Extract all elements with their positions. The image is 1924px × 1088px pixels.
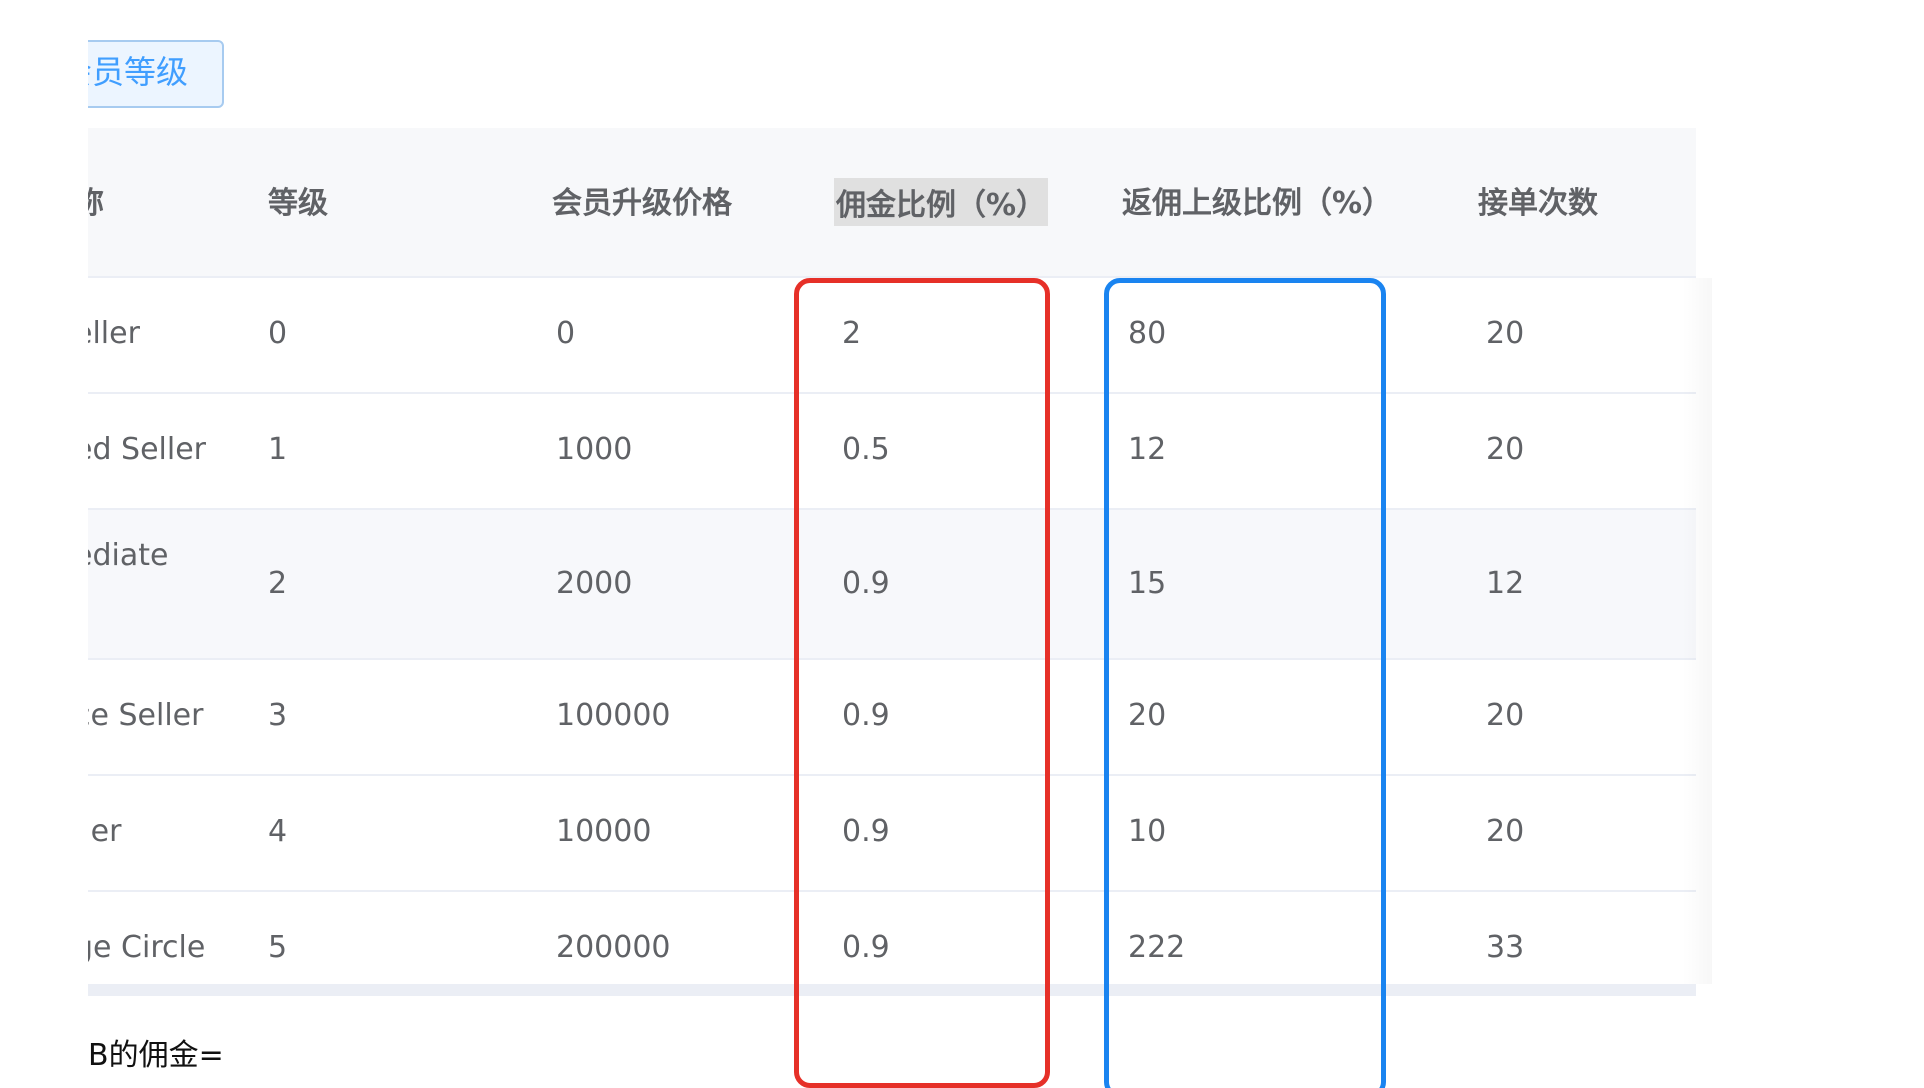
cell-price: 0 bbox=[556, 316, 576, 351]
table-row[interactable]: ller 4 10000 0.9 10 20 bbox=[88, 776, 1696, 892]
header-name: 称 bbox=[88, 186, 104, 221]
cell-price: 100000 bbox=[556, 698, 671, 733]
header-order-count: 接单次数 bbox=[1478, 186, 1598, 221]
cell-rebate: 10 bbox=[1128, 814, 1167, 849]
header-rebate-ratio: 返佣上级比例（%） bbox=[1122, 186, 1393, 221]
cell-rebate: 20 bbox=[1128, 698, 1167, 733]
header-upgrade-price: 会员升级价格 bbox=[552, 186, 732, 221]
cell-level: 2 bbox=[268, 566, 288, 601]
cell-price: 200000 bbox=[556, 930, 671, 965]
cell-name: ed Seller bbox=[88, 432, 206, 467]
cell-name: eller bbox=[88, 316, 140, 351]
cell-orders: 20 bbox=[1486, 698, 1525, 733]
fixed-column-shadow bbox=[1682, 278, 1712, 984]
formula-text: B的佣金= bbox=[88, 1038, 224, 1073]
cell-level: 4 bbox=[268, 814, 288, 849]
cell-level: 1 bbox=[268, 432, 288, 467]
cell-price: 1000 bbox=[556, 432, 633, 467]
header-commission-ratio: 佣金比例（%） bbox=[834, 178, 1049, 226]
cell-orders: 20 bbox=[1486, 316, 1525, 351]
cell-commission: 0.9 bbox=[842, 930, 890, 965]
table-row[interactable]: eller 0 0 2 80 20 bbox=[88, 278, 1696, 394]
page-viewport: 会员等级 称 等级 会员升级价格 佣金比例（%） 返佣上级比例（%） 接单次数 … bbox=[88, 0, 1924, 1088]
member-level-table: 称 等级 会员升级价格 佣金比例（%） 返佣上级比例（%） 接单次数 eller… bbox=[88, 128, 1712, 1088]
cell-level: 5 bbox=[268, 930, 288, 965]
table-row[interactable]: ge Circle 5 200000 0.9 222 33 bbox=[88, 892, 1696, 984]
table-row[interactable]: ediate 2 2000 0.9 15 12 bbox=[88, 510, 1696, 660]
cell-commission: 0.9 bbox=[842, 814, 890, 849]
cell-name: ce Seller bbox=[88, 698, 204, 733]
cell-name: ediate bbox=[88, 538, 169, 573]
cell-orders: 20 bbox=[1486, 814, 1525, 849]
cell-commission: 2 bbox=[842, 316, 862, 351]
cell-commission: 0.9 bbox=[842, 566, 890, 601]
table-row[interactable]: ed Seller 1 1000 0.5 12 20 bbox=[88, 394, 1696, 510]
member-level-button[interactable]: 会员等级 bbox=[88, 40, 224, 108]
cell-orders: 33 bbox=[1486, 930, 1525, 965]
cell-orders: 12 bbox=[1486, 566, 1525, 601]
cell-rebate: 80 bbox=[1128, 316, 1167, 351]
table-header: 称 等级 会员升级价格 佣金比例（%） 返佣上级比例（%） 接单次数 bbox=[88, 128, 1696, 278]
cell-commission: 0.9 bbox=[842, 698, 890, 733]
table-row[interactable]: ce Seller 3 100000 0.9 20 20 bbox=[88, 660, 1696, 776]
header-level: 等级 bbox=[268, 186, 328, 221]
cell-rebate: 222 bbox=[1128, 930, 1186, 965]
cell-price: 2000 bbox=[556, 566, 633, 601]
cell-price: 10000 bbox=[556, 814, 652, 849]
cell-rebate: 15 bbox=[1128, 566, 1167, 601]
horizontal-scrollbar[interactable] bbox=[88, 984, 1696, 996]
cell-orders: 20 bbox=[1486, 432, 1525, 467]
cell-rebate: 12 bbox=[1128, 432, 1167, 467]
cell-level: 0 bbox=[268, 316, 288, 351]
cell-commission: 0.5 bbox=[842, 432, 890, 467]
cell-name: ller bbox=[88, 814, 122, 849]
cell-name: ge Circle bbox=[88, 930, 206, 965]
cell-level: 3 bbox=[268, 698, 288, 733]
